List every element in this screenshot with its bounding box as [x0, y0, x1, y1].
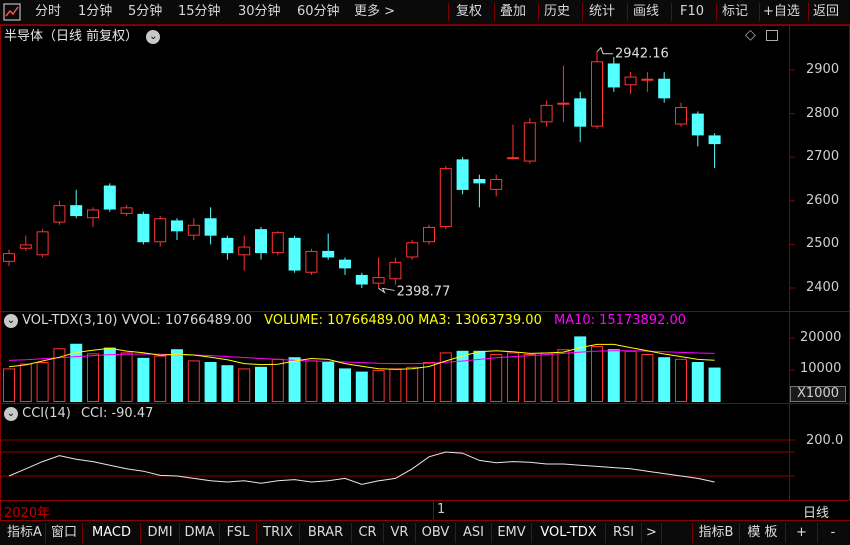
- tb-30min[interactable]: 30分钟: [238, 3, 281, 21]
- date-start: 2020年: [4, 506, 51, 521]
- tab-trix[interactable]: TRIX: [257, 523, 300, 543]
- cci-value: CCI: -90.47: [80, 406, 154, 421]
- tab-macd[interactable]: MACD: [83, 523, 141, 543]
- indicator-tab-bar: 指标A 窗口 MACD DMI DMA FSL TRIX BRAR CR VR …: [0, 520, 850, 545]
- tab-vol-tdx[interactable]: VOL-TDX: [532, 523, 606, 543]
- price-axis-label: 2600: [806, 192, 840, 208]
- price-axis-label: 2900: [806, 62, 840, 77]
- tab-emv[interactable]: EMV: [492, 523, 532, 543]
- tab-more-arrow[interactable]: >: [642, 523, 662, 543]
- tab-indicator-b[interactable]: 指标B: [692, 523, 740, 543]
- volume-options-icon[interactable]: ⌄: [4, 313, 18, 328]
- tb-1min[interactable]: 1分钟: [78, 3, 112, 21]
- price-axis-label: 2800: [806, 105, 840, 121]
- window-restore-icon[interactable]: [766, 30, 778, 41]
- main-chart-panel: [0, 25, 790, 312]
- tab-fsl[interactable]: FSL: [220, 523, 257, 543]
- chart-title: 半导体（日线 前复权）: [4, 29, 139, 44]
- tb-draw[interactable]: 画线: [633, 3, 659, 21]
- tb-diejia[interactable]: 叠加: [500, 3, 526, 21]
- tb-fenshi[interactable]: 分时: [35, 3, 61, 21]
- tb-add-watchlist[interactable]: +自选: [763, 3, 800, 21]
- chart-title-row: 半导体（日线 前复权） ⌄: [4, 28, 161, 46]
- tb-history[interactable]: 历史: [544, 3, 570, 21]
- zoom-in-button[interactable]: +: [786, 523, 818, 543]
- volume-indicator-name: VOL-TDX(3,10): [22, 313, 118, 328]
- tab-template[interactable]: 模 板: [740, 523, 786, 543]
- tb-f10[interactable]: F10: [680, 3, 704, 21]
- vol-axis-10000: 10000: [800, 361, 842, 376]
- tab-brar[interactable]: BRAR: [300, 523, 352, 543]
- period-label[interactable]: 日线: [803, 502, 829, 521]
- tab-obv[interactable]: OBV: [416, 523, 456, 543]
- ma3-value: MA3: 13063739.00: [418, 313, 542, 328]
- ma10-value: MA10: 15173892.00: [554, 313, 687, 328]
- tb-back[interactable]: 返回: [813, 3, 839, 21]
- tab-asi[interactable]: ASI: [456, 523, 492, 543]
- cci-indicator-name: CCI(14): [22, 406, 71, 421]
- tb-mark[interactable]: 标记: [722, 3, 748, 21]
- cci-axis-panel: [789, 403, 850, 501]
- cci-axis-200: 200.0: [806, 433, 844, 448]
- stock-chart-window: 分时 1分钟 5分钟 15分钟 30分钟 60分钟 更多 > 复权 叠加 历史 …: [0, 0, 850, 545]
- tab-rsi[interactable]: RSI: [606, 523, 642, 543]
- volume-unit: X1000: [790, 386, 846, 402]
- tab-dma[interactable]: DMA: [180, 523, 220, 543]
- tb-60min[interactable]: 60分钟: [297, 3, 340, 21]
- tab-dmi[interactable]: DMI: [141, 523, 180, 543]
- cci-title-row: ⌄ CCI(14) CCI: -90.47: [4, 405, 153, 423]
- date-mark: 1: [437, 502, 446, 517]
- tb-fuquan[interactable]: 复权: [456, 3, 482, 21]
- tab-vr[interactable]: VR: [384, 523, 416, 543]
- volume-value: VOLUME: 10766489.00: [264, 313, 414, 328]
- diamond-icon[interactable]: ◇: [745, 27, 756, 43]
- zoom-out-button[interactable]: -: [818, 523, 848, 543]
- tb-15min[interactable]: 15分钟: [178, 3, 221, 21]
- tb-5min[interactable]: 5分钟: [128, 3, 162, 21]
- price-axis-label: 2400: [806, 280, 840, 295]
- price-axis-label: 2500: [806, 236, 840, 252]
- tab-indicator-a[interactable]: 指标A: [4, 523, 46, 543]
- tab-window[interactable]: 窗口: [46, 523, 83, 543]
- vvol-value: VVOL: 10766489.00: [121, 313, 253, 328]
- vol-axis-20000: 20000: [800, 330, 842, 345]
- tb-more[interactable]: 更多 >: [354, 3, 395, 21]
- tb-stats[interactable]: 统计: [589, 3, 615, 21]
- tab-cr[interactable]: CR: [352, 523, 384, 543]
- top-toolbar: 分时 1分钟 5分钟 15分钟 30分钟 60分钟 更多 > 复权 叠加 历史 …: [0, 0, 850, 25]
- app-icon[interactable]: [3, 3, 21, 21]
- cci-options-icon[interactable]: ⌄: [4, 406, 18, 421]
- volume-title-row: ⌄ VOL-TDX(3,10) VVOL: 10766489.00 VOLUME…: [4, 312, 686, 330]
- price-axis-label: 2700: [806, 149, 840, 165]
- date-axis: [0, 500, 850, 521]
- chart-options-icon[interactable]: ⌄: [146, 29, 161, 44]
